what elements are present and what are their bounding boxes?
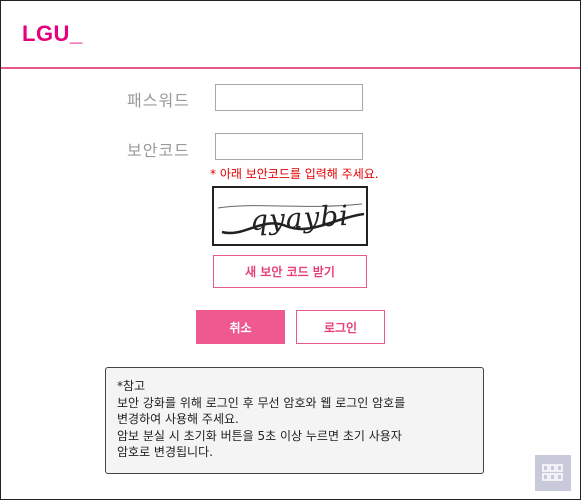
login-button[interactable]: 로그인	[296, 310, 385, 344]
note-line: 암호로 변경됩니다.	[117, 445, 213, 459]
logo: LGU_	[22, 21, 83, 46]
note-line: 보안 강화를 위해 로그인 후 무선 암호와 웹 로그인 암호를	[117, 395, 406, 410]
security-code-notice: * 아래 보안코드를 입력해 주세요.	[210, 167, 379, 181]
note-line: 암보 분실 시 초기화 버튼을 5초 이상 누르면 초기 사용자	[117, 428, 402, 443]
grid-squares-icon[interactable]	[535, 455, 571, 491]
reference-note: *참고 보안 강화를 위해 로그인 후 무선 암호와 웹 로그인 암호를 변경하…	[105, 367, 484, 474]
security-code-label: 보안코드	[127, 141, 190, 160]
captcha-text: qyaybi	[249, 199, 350, 237]
note-title: *참고	[117, 379, 146, 393]
security-code-input[interactable]	[215, 133, 363, 160]
captcha-image: qyaybi	[212, 186, 368, 246]
new-captcha-button[interactable]: 새 보안 코드 받기	[213, 255, 367, 288]
note-line: 변경하여 사용해 주세요.	[117, 412, 239, 426]
cancel-button[interactable]: 취소	[196, 310, 285, 344]
password-input[interactable]	[215, 84, 363, 111]
captcha-graphic: qyaybi	[217, 199, 365, 237]
password-label: 패스워드	[127, 91, 190, 110]
header: LGU_	[1, 1, 580, 69]
